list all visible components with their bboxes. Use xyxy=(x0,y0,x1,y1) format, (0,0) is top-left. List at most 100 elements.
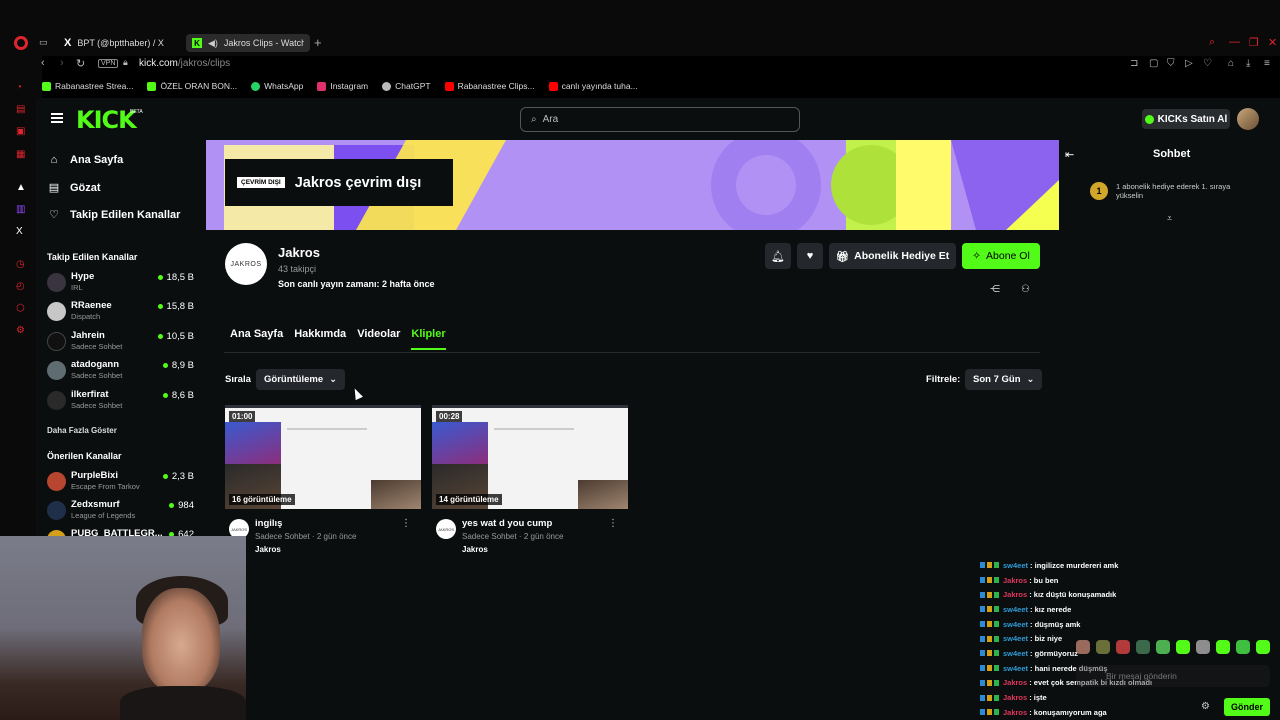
shield-icon[interactable]: ⛉ xyxy=(1167,58,1175,69)
music-icon[interactable]: ▦ xyxy=(16,149,25,160)
player-icon[interactable]: ▷ xyxy=(1185,58,1193,69)
followed-channel[interactable]: Hype IRL 18,5 B xyxy=(47,271,197,299)
recommended-channel[interactable]: Zedxsmurf League of Legends 984 xyxy=(47,499,197,527)
followed-channel[interactable]: atadogann Sadece Sohbet 8,9 B xyxy=(47,359,197,387)
emote-icon[interactable] xyxy=(1176,640,1190,654)
avatar[interactable]: JAKROS xyxy=(436,519,456,539)
chat-input[interactable]: Bir mesaj gönderin xyxy=(1076,665,1270,687)
sidebar-item-home[interactable]: ⌂ Ana Sayfa xyxy=(48,154,124,166)
bookmark-icon[interactable]: ⊐ xyxy=(1130,58,1138,69)
sidebar-item-following[interactable]: ♡ Takip Edilen Kanallar xyxy=(48,208,180,222)
emote-icon[interactable] xyxy=(1096,640,1110,654)
emote-icon[interactable] xyxy=(1076,640,1090,654)
kick-logo[interactable]: KICK xyxy=(76,106,137,134)
show-more-link[interactable]: Daha Fazla Göster xyxy=(47,426,117,435)
bookmark-item[interactable]: ÖZEL ORAN BON... xyxy=(147,78,237,94)
menu-icon[interactable] xyxy=(51,113,63,123)
sidebar-item-browse[interactable]: ▤ Gözat xyxy=(48,181,101,195)
buy-kicks-button[interactable]: KICKs Satın Al xyxy=(1142,109,1230,129)
snapshot-icon[interactable]: ▢ xyxy=(1149,58,1158,69)
clock-icon[interactable]: ◴ xyxy=(16,281,25,292)
bookmark-item[interactable]: ChatGPT xyxy=(382,78,431,94)
chat-username[interactable]: sw4eet xyxy=(1003,634,1028,643)
more-options-icon[interactable]: ⋮ xyxy=(401,518,411,529)
chat-username[interactable]: sw4eet xyxy=(1003,649,1028,658)
messenger-icon[interactable]: ▣ xyxy=(16,126,25,137)
chat-username[interactable]: Jakros xyxy=(1003,576,1027,585)
tab-videos[interactable]: Videolar xyxy=(357,328,400,350)
clip-author[interactable]: Jakros xyxy=(462,545,488,554)
collapse-chat-icon[interactable]: ⇤ xyxy=(1065,148,1074,161)
tab-kick[interactable]: K ◀) Jakros Clips - Watch xyxy=(186,34,310,52)
maximize-icon[interactable]: ❐ xyxy=(1249,36,1259,49)
vpn-badge[interactable]: VPN xyxy=(98,59,119,68)
clip-author[interactable]: Jakros xyxy=(255,545,281,554)
emote-icon[interactable] xyxy=(1236,640,1250,654)
clip-card[interactable]: 01:00 16 görüntüleme JAKROS ingilış Sade… xyxy=(225,405,421,560)
gift-sub-button[interactable]: 🎁︎ Abonelik Hediye Et xyxy=(829,243,956,269)
kick-sidebar-icon[interactable]: ▲ xyxy=(16,182,26,193)
chat-username[interactable]: Jakros xyxy=(1003,708,1027,717)
search-tabs-icon[interactable]: ⌕ xyxy=(1209,36,1215,49)
reload-icon[interactable]: ↻ xyxy=(76,57,85,70)
twitch-icon[interactable]: ▥ xyxy=(16,204,25,215)
minimize-icon[interactable]: — xyxy=(1229,36,1240,48)
workspace-icon[interactable]: ▤ xyxy=(16,104,25,115)
heart-icon[interactable]: ♡ xyxy=(1203,58,1212,69)
recommended-channel[interactable]: PurpleBixi Escape From Tarkov 2,3 B xyxy=(47,470,197,498)
filter-dropdown[interactable]: Son 7 Gün ⌄ xyxy=(965,369,1043,390)
send-button[interactable]: Gönder xyxy=(1224,698,1270,716)
settings-icon[interactable]: ⚙ xyxy=(16,325,25,336)
download-icon[interactable]: ⤓ xyxy=(1246,58,1250,69)
search-input[interactable]: ⌕ Ara xyxy=(520,107,800,132)
chat-username[interactable]: sw4eet xyxy=(1003,664,1028,673)
channel-avatar[interactable]: JAKROS xyxy=(225,243,267,285)
tab-about[interactable]: Hakkımda xyxy=(294,328,346,350)
bookmark-item[interactable]: WhatsApp xyxy=(251,78,303,94)
aria-icon[interactable]: ◔ xyxy=(16,82,22,93)
easy-setup-icon[interactable]: ≡ xyxy=(1264,58,1270,69)
bookmark-item[interactable]: canlı yayında tuha... xyxy=(548,78,638,94)
more-options-icon[interactable]: ⋮ xyxy=(608,518,618,529)
tab-x[interactable]: X BPT (@bptthaber) / X xyxy=(58,34,170,52)
followed-channel[interactable]: Jahrein Sadece Sohbet 10,5 B xyxy=(47,330,197,358)
close-window-icon[interactable]: ✕ xyxy=(1268,36,1277,49)
channel-name[interactable]: Jakros xyxy=(278,245,320,260)
followed-channel[interactable]: RRaenee Dispatch 15,8 B xyxy=(47,300,197,328)
subscribe-button[interactable]: ✧ Abone Ol xyxy=(962,243,1040,269)
user-avatar[interactable] xyxy=(1237,108,1259,130)
emote-icon[interactable] xyxy=(1216,640,1230,654)
clip-title[interactable]: ingilış xyxy=(255,518,282,529)
emote-icon[interactable] xyxy=(1136,640,1150,654)
followed-channel[interactable]: ilkerfirat Sadece Sohbet 8,6 B xyxy=(47,389,197,417)
back-icon[interactable]: ‹ xyxy=(41,57,45,69)
opera-logo-icon[interactable] xyxy=(14,36,28,50)
bookmark-item[interactable]: Instagram xyxy=(317,78,368,94)
bookmark-item[interactable]: Rabanastree Strea... xyxy=(42,78,133,94)
chat-settings-icon[interactable]: ⚙ xyxy=(1201,701,1210,712)
speaker-icon[interactable]: ◀) xyxy=(208,38,218,49)
address-bar[interactable]: kick.com/jakros/clips xyxy=(139,58,230,69)
expand-icon[interactable]: ⩡ xyxy=(1167,213,1172,224)
chat-username[interactable]: sw4eet xyxy=(1003,561,1028,570)
clip-title[interactable]: yes wat d you cump xyxy=(462,518,552,529)
user-options-icon[interactable]: ⚇ xyxy=(1021,284,1030,295)
notification-button[interactable]: 🔔︎ xyxy=(765,243,791,269)
x-sidebar-icon[interactable]: X xyxy=(16,226,23,237)
tab-menu-icon[interactable]: ▭ xyxy=(39,37,48,48)
chat-username[interactable]: sw4eet xyxy=(1003,620,1028,629)
emote-icon[interactable] xyxy=(1116,640,1130,654)
chat-username[interactable]: Jakros xyxy=(1003,590,1027,599)
chat-username[interactable]: Jakros xyxy=(1003,693,1027,702)
tab-clips[interactable]: Klipler xyxy=(411,328,446,350)
emote-icon[interactable] xyxy=(1156,640,1170,654)
new-tab-icon[interactable]: + xyxy=(314,35,322,50)
wallet-icon[interactable]: ⌂ xyxy=(1228,58,1234,69)
share-icon[interactable]: ⋲ xyxy=(990,284,1000,295)
clip-thumbnail[interactable]: 01:00 16 görüntüleme xyxy=(225,405,421,509)
bookmark-item[interactable]: Rabanastree Clips... xyxy=(444,78,535,94)
tab-home[interactable]: Ana Sayfa xyxy=(230,328,283,350)
clip-card[interactable]: 00:28 14 görüntüleme JAKROS yes wat d yo… xyxy=(432,405,628,560)
clip-thumbnail[interactable]: 00:28 14 görüntüleme xyxy=(432,405,628,509)
forward-icon[interactable]: › xyxy=(60,57,64,69)
